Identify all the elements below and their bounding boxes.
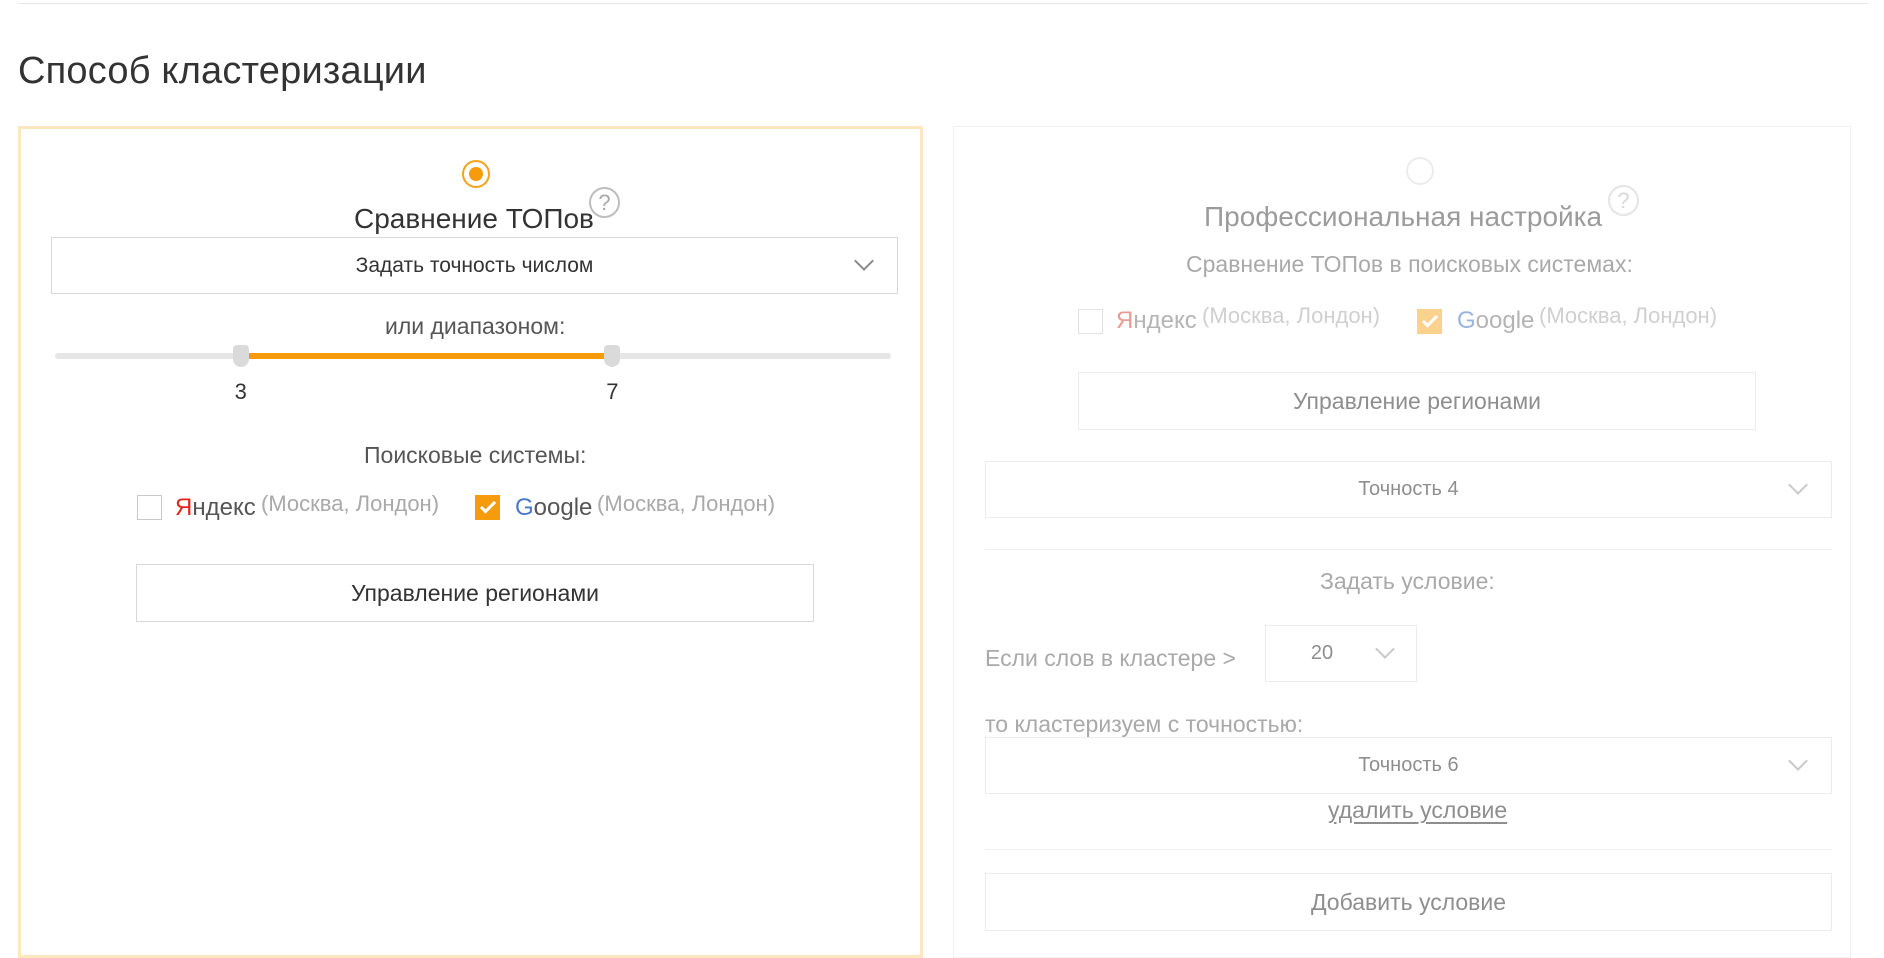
precision-select-value: Задать точность числом <box>355 253 594 277</box>
option-card-professional[interactable]: Профессиональная настройка ? Сравнение Т… <box>953 126 1851 958</box>
radio-top-comparison[interactable] <box>462 160 490 188</box>
google-regions: (Москва, Лондон) <box>1539 303 1718 328</box>
delete-condition-link[interactable]: удалить условие <box>1328 797 1507 824</box>
condition-label: Задать условие: <box>1320 568 1495 594</box>
top-divider <box>18 3 1868 4</box>
precision-select-value: Точность 4 <box>1358 478 1459 500</box>
engines-label: Поисковые системы: <box>364 442 587 468</box>
help-icon[interactable]: ? <box>1608 185 1639 216</box>
engines-subtitle: Сравнение ТОПов в поисковых системах: <box>1186 251 1633 277</box>
option-title: Профессиональная настройка <box>1204 201 1603 232</box>
then-precision-select[interactable]: Точность 6 <box>985 737 1832 794</box>
chevron-down-icon <box>1788 751 1808 771</box>
range-slider-handle-high[interactable] <box>604 345 621 367</box>
checkmark-icon <box>479 497 497 514</box>
words-count-value: 20 <box>1310 642 1334 664</box>
yandex-label: Яндекс <box>1116 307 1197 334</box>
divider <box>985 849 1832 850</box>
chevron-down-icon <box>1788 475 1808 495</box>
help-icon[interactable]: ? <box>589 187 620 218</box>
yandex-regions: (Москва, Лондон) <box>1202 303 1381 328</box>
google-label: Google <box>515 494 593 521</box>
yandex-label: Яндекс <box>175 494 256 521</box>
yandex-checkbox[interactable] <box>137 495 162 520</box>
yandex-checkbox[interactable] <box>1078 309 1103 334</box>
google-checkbox[interactable] <box>1417 309 1442 334</box>
then-precision-value: Точность 6 <box>1358 754 1459 776</box>
option-card-top-comparison[interactable]: Сравнение ТОПов ? Задать точность числом… <box>18 126 923 958</box>
section-title: Способ кластеризации <box>18 50 427 92</box>
google-regions: (Москва, Лондон) <box>597 491 776 516</box>
checkmark-icon <box>1421 311 1439 328</box>
google-label: Google <box>1457 307 1535 334</box>
chevron-down-icon <box>854 251 874 271</box>
precision-select[interactable]: Точность 4 <box>985 461 1832 518</box>
then-precision-label: то кластеризуем с точностью: <box>985 711 1304 737</box>
google-checkbox[interactable] <box>475 495 500 520</box>
words-count-label: Если слов в кластере > <box>985 645 1236 671</box>
precision-select[interactable]: Задать точность числом <box>51 237 898 294</box>
manage-regions-button[interactable]: Управление регионами <box>136 564 814 622</box>
chevron-down-icon <box>1375 639 1395 659</box>
divider <box>985 549 1832 550</box>
manage-regions-button[interactable]: Управление регионами <box>1078 372 1756 430</box>
range-slider-handle-low[interactable] <box>232 345 249 367</box>
add-condition-button[interactable]: Добавить условие <box>985 873 1832 931</box>
words-count-select[interactable]: 20 <box>1265 625 1417 682</box>
option-title: Сравнение ТОПов <box>354 203 594 234</box>
yandex-regions: (Москва, Лондон) <box>261 491 440 516</box>
radio-professional[interactable] <box>1406 157 1434 185</box>
range-low-value: 3 <box>234 379 247 404</box>
range-label: или диапазоном: <box>385 313 566 339</box>
range-slider-fill <box>240 353 613 359</box>
range-high-value: 7 <box>606 379 619 404</box>
